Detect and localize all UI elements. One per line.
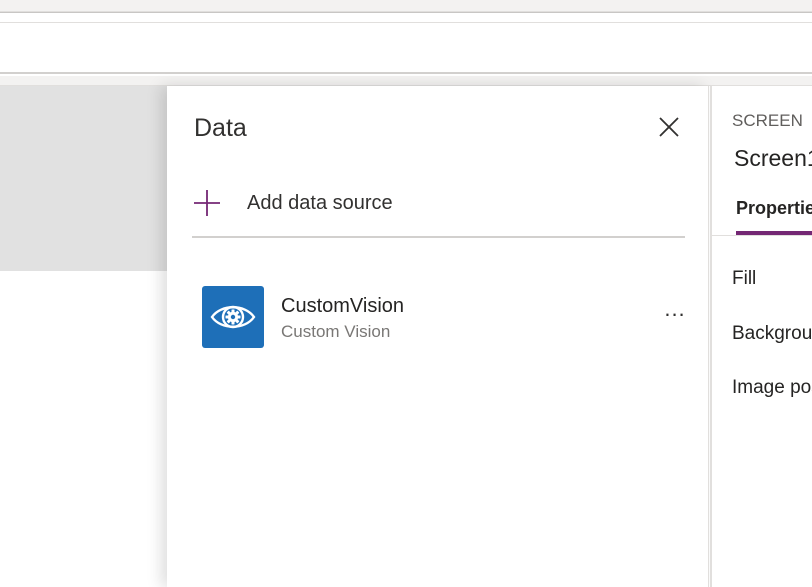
app-window: Data Add data source CustomVision Custom…	[0, 0, 812, 587]
property-background-image[interactable]: Background image	[732, 323, 812, 345]
formula-bar[interactable]	[0, 22, 812, 74]
data-source-item[interactable]: CustomVision Custom Vision ...	[202, 286, 686, 348]
canvas-screen-preview	[0, 86, 168, 271]
divider	[192, 236, 685, 238]
eye-gear-icon	[210, 305, 256, 329]
section-label: SCREEN	[732, 111, 803, 130]
property-image-position[interactable]: Image position	[732, 377, 812, 399]
toolbar-separator	[0, 76, 812, 86]
more-options-button[interactable]: ...	[660, 298, 690, 324]
data-pane-title: Data	[194, 114, 247, 142]
tab-divider	[712, 235, 812, 236]
data-source-name: CustomVision	[281, 295, 405, 317]
more-icon: ...	[664, 296, 686, 321]
data-source-type: Custom Vision	[281, 322, 391, 341]
properties-panel: SCREEN Screen1 Properties Fill Backgroun…	[710, 86, 812, 587]
property-fill[interactable]: Fill	[732, 268, 756, 290]
add-data-source-button[interactable]: Add data source	[192, 180, 393, 226]
add-data-source-label: Add data source	[247, 191, 393, 214]
close-button[interactable]	[654, 112, 684, 142]
screen-name[interactable]: Screen1	[734, 145, 812, 172]
plus-icon	[192, 188, 222, 218]
data-pane: Data Add data source CustomVision Custom…	[167, 86, 709, 587]
top-toolbar	[0, 0, 812, 13]
custom-vision-tile	[202, 286, 264, 348]
tab-properties[interactable]: Properties	[736, 198, 812, 219]
close-icon	[659, 117, 679, 137]
canvas-area[interactable]	[0, 86, 168, 587]
